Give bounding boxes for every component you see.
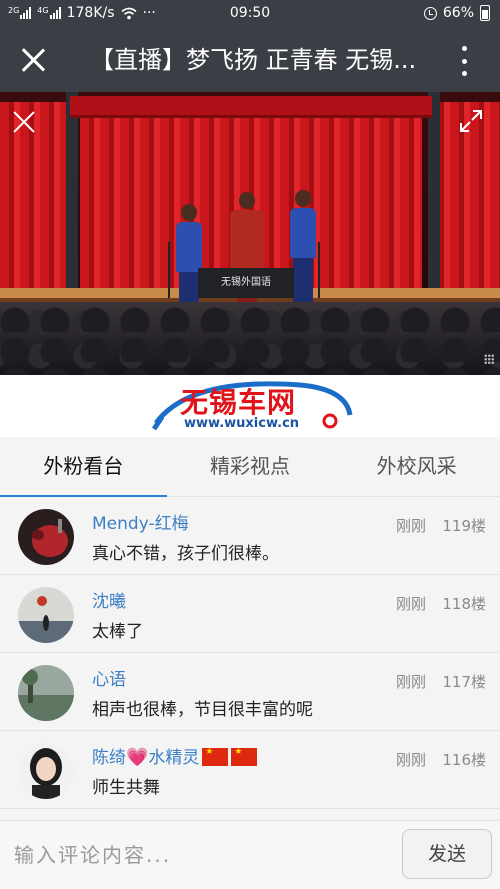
author-name-part: 水精灵 [148,748,200,768]
comment-text: 真心不错，孩子们很棒。 [92,544,279,564]
comment-floor: 118楼 [442,595,486,613]
comment-floor: 116楼 [442,751,486,769]
content-tabs: 外粉看台 精彩视点 外校风采 [0,437,500,497]
comment-floor: 119楼 [442,517,486,535]
comment-floor: 117楼 [442,673,486,691]
comment-input[interactable] [14,833,384,877]
sponsor-banner[interactable]: 无锡车网 www.wuxicw.cn [0,375,500,437]
tab-school-style[interactable]: 外校风采 [333,437,500,496]
resize-grip-icon[interactable] [484,354,494,364]
comment-list: Mendy-红梅 真心不错，孩子们很棒。 刚刚 119楼 沈曦 太棒了 刚刚 1… [0,497,500,809]
comment-author[interactable]: 心语 [92,665,126,690]
comment-author[interactable]: Mendy-红梅 [92,509,189,534]
avatar[interactable] [18,743,74,799]
stage-desk-sign: 无锡外国语 [198,268,294,298]
comment-text: 相声也很棒，节目很丰富的呢 [92,700,313,720]
comment-time: 刚刚 [396,517,427,535]
more-options-button[interactable] [454,46,474,76]
page-title: 【直播】梦飞扬 正青春 无锡... [90,46,417,74]
close-button[interactable] [18,45,48,75]
status-bar: 2G 4G 178K/s ··· 09:50 66% [0,0,500,28]
alarm-icon [423,6,437,20]
video-close-icon[interactable] [12,110,36,134]
logo-chinese-text: 无锡车网 [180,386,297,419]
tab-highlights[interactable]: 精彩视点 [167,437,334,496]
avatar[interactable] [18,587,74,643]
comment-item[interactable]: 心语 相声也很棒，节目很丰富的呢 刚刚 117楼 [0,653,500,731]
send-button[interactable]: 发送 [402,829,492,879]
china-flag-icon [231,747,258,766]
status-right: 66% [423,5,490,21]
wuxicw-logo: 无锡车网 www.wuxicw.cn [150,379,355,433]
comment-item[interactable]: 陈绮💗水精灵 师生共舞 刚刚 116楼 [0,731,500,809]
comment-time: 刚刚 [396,595,427,613]
comment-text: 太棒了 [92,622,143,642]
audience [0,302,500,375]
comment-item[interactable]: 沈曦 太棒了 刚刚 118楼 [0,575,500,653]
comment-time: 刚刚 [396,751,427,769]
comment-time: 刚刚 [396,673,427,691]
comment-author[interactable]: 沈曦 [92,587,126,612]
avatar[interactable] [18,509,74,565]
stage-pillar-left [66,92,78,302]
avatar[interactable] [18,665,74,721]
author-name-part: 陈绮 [92,748,126,768]
live-video-player[interactable]: 无锡外国语 [0,92,500,375]
microphone-stand-right [318,242,320,298]
fullscreen-expand-icon[interactable] [458,108,484,134]
china-flag-icon [202,747,229,766]
comment-text: 师生共舞 [92,778,160,798]
logo-url-text: www.wuxicw.cn [184,416,300,431]
comment-input-bar: 发送 [0,820,500,889]
tab-fans-stand[interactable]: 外粉看台 [0,437,167,497]
stage-valance [70,96,432,118]
battery-percent: 66% [442,5,474,21]
comment-author[interactable]: 陈绮💗水精灵 [92,743,258,768]
stage-pillar-right [428,92,440,302]
title-bar: 【直播】梦飞扬 正青春 无锡... [0,28,500,92]
battery-icon [480,5,490,21]
microphone-stand-left [168,242,170,298]
comment-item[interactable]: Mendy-红梅 真心不错，孩子们很棒。 刚刚 119楼 [0,497,500,575]
heart-emoji-icon: 💗 [126,747,149,768]
